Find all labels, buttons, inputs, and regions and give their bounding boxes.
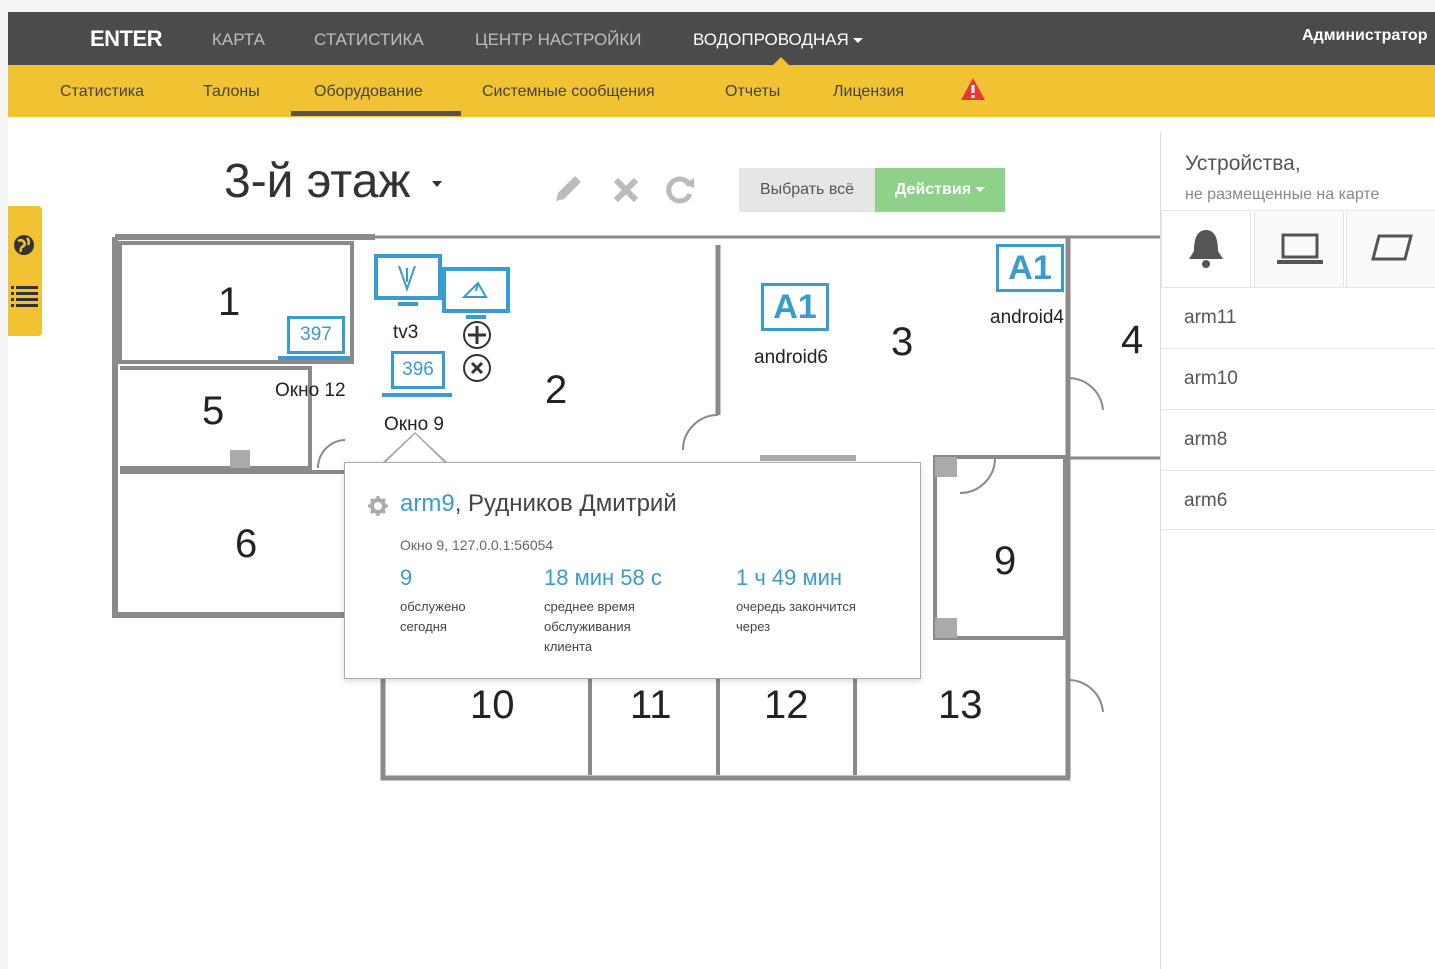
actions-dropdown-button[interactable]: Действия [875,168,1005,212]
user-menu[interactable]: Администратор [1302,27,1427,45]
panel-subtitle: не размещенные на карте [1185,186,1380,203]
left-side-tab [8,206,42,336]
stat-label-line: очередь закончится [736,599,856,614]
subnav-equipment[interactable]: Оборудование [314,83,423,101]
tab-tablets[interactable] [1346,210,1435,287]
stat-label-line: среднее время [544,599,635,614]
actions-label: Действия [894,181,972,198]
list-item[interactable]: arm6 [1161,470,1435,530]
tab-workstations[interactable] [1254,210,1344,287]
room-number: 5 [202,389,225,433]
workstation-stand [278,356,350,360]
floor-title: 3-й этаж [224,155,411,208]
subnav-license[interactable]: Лицензия [833,83,904,101]
room-number: 1 [218,280,241,324]
tv-monitor-icon[interactable] [374,254,444,312]
floor-selector[interactable]: 3-й этаж [224,154,442,209]
gear-icon[interactable] [367,495,389,517]
stat-label-line: сегодня [400,619,447,634]
room-number: 4 [1121,318,1144,362]
room-number: 11 [630,683,672,727]
room-number: 2 [545,368,568,412]
tab-notifications[interactable] [1161,210,1251,287]
stat-queue-end-label: очередь закончится через [736,597,856,637]
workstation-tooltip: arm9, Рудников Дмитрий Окно 9, 127.0.0.1… [344,462,921,679]
chevron-down-icon [431,181,442,188]
stat-avg-time-label: среднее время обслуживания клиента [544,597,635,657]
laptop-icon [1277,233,1323,264]
tooltip-operator: , Рудников Дмитрий [454,490,677,517]
nav-item-settings-center[interactable]: ЦЕНТР НАСТРОЙКИ [475,30,642,50]
select-all-button[interactable]: Выбрать всё [739,168,875,212]
nav-branch-label: ВОДОПРОВОДНАЯ [693,30,849,49]
workstation-stand [382,393,452,397]
active-nav-pointer [773,57,789,65]
room-number: 13 [938,683,983,727]
tooltip-arrow-fill [385,434,445,463]
stat-label-line: через [736,619,771,634]
list-item[interactable]: arm8 [1161,409,1435,469]
subnav-statistics[interactable]: Статистика [60,83,144,101]
nav-item-map[interactable]: КАРТА [212,30,265,50]
stat-label-line: клиента [544,639,593,654]
nav-item-statistics[interactable]: СТАТИСТИКА [314,30,424,50]
chevron-down-icon [975,187,986,193]
close-icon[interactable] [612,176,640,204]
tooltip-title: arm9, Рудников Дмитрий [400,490,677,518]
device-label-android6: android6 [754,347,828,368]
panel-title: Устройства, [1185,152,1301,175]
subnav-active-indicator [291,111,461,116]
room-number: 9 [994,539,1017,583]
stat-label-line: обслужено [400,599,466,614]
globe-icon[interactable] [12,233,36,257]
tooltip-arm-link[interactable]: arm9 [400,490,455,517]
device-label-android4: android4 [990,307,1064,328]
subnav-tickets[interactable]: Талоны [203,83,260,101]
display-icon[interactable] [442,267,512,323]
workstation-396[interactable]: 396 [391,351,445,389]
stat-served-label: обслужено сегодня [400,597,466,637]
list-item[interactable]: arm11 [1161,287,1435,347]
top-navbar: ENTER КАРТА СТАТИСТИКА ЦЕНТР НАСТРОЙКИ В… [8,12,1435,65]
room-number: 12 [764,683,809,727]
room-number: 10 [470,683,515,727]
room-number: 6 [235,522,258,566]
stat-served-value: 9 [400,565,413,590]
list-icon[interactable] [11,284,39,308]
android-device-a1[interactable]: A1 [996,244,1064,292]
nav-item-branch-dropdown[interactable]: ВОДОПРОВОДНАЯ [693,30,863,50]
refresh-icon[interactable] [664,174,696,206]
move-icon[interactable] [461,320,493,384]
subnav-reports[interactable]: Отчеты [725,83,780,101]
window-label-12: Окно 12 [275,380,346,401]
stat-label-line: обслуживания [544,619,631,634]
workstation-397[interactable]: 397 [287,316,345,354]
android-device-a1[interactable]: A1 [761,283,829,331]
warning-icon[interactable] [960,77,986,101]
bell-icon [1189,230,1223,268]
stat-avg-time-value: 18 мин 58 с [544,565,662,590]
pencil-icon[interactable] [551,172,585,206]
list-item[interactable]: arm10 [1161,348,1435,408]
logo[interactable]: ENTER [90,26,163,52]
stat-queue-end-value: 1 ч 49 мин [736,565,843,590]
sub-navbar: Статистика Талоны Оборудование Системные… [8,65,1435,117]
unplaced-devices-panel: Устройства, не размещенные на карте arm1… [1160,132,1435,969]
tooltip-detail: Окно 9, 127.0.0.1:56054 [400,537,554,553]
room-number: 3 [891,320,914,364]
tablet-icon [1371,234,1413,261]
chevron-down-icon [852,38,863,44]
device-label-tv3: tv3 [393,322,419,343]
subnav-system-messages[interactable]: Системные сообщения [482,83,655,101]
